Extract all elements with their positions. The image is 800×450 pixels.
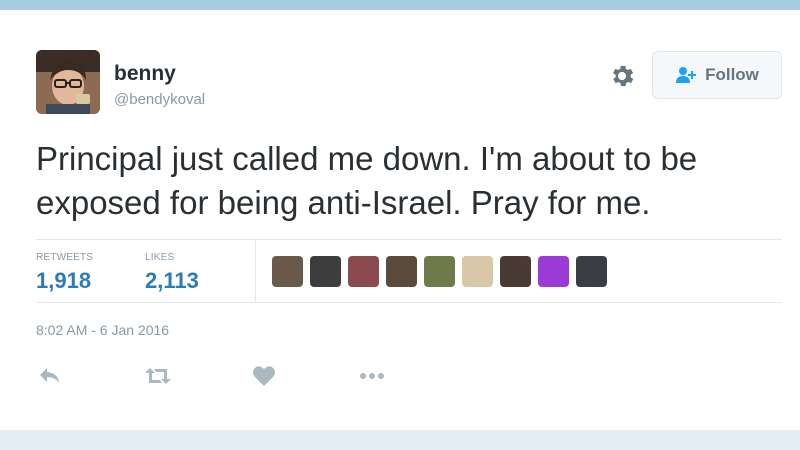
- add-user-icon: [676, 67, 697, 83]
- tweet-timestamp[interactable]: 8:02 AM - 6 Jan 2016: [36, 322, 169, 338]
- likes-label: LIKES: [145, 252, 175, 263]
- liker-avatar[interactable]: [576, 256, 607, 287]
- retweet-button[interactable]: [144, 362, 172, 390]
- retweets-count[interactable]: 1,918: [36, 268, 91, 294]
- reply-icon: [40, 368, 59, 383]
- likes-count[interactable]: 2,113: [145, 268, 199, 294]
- like-icon: [253, 366, 275, 386]
- author-handle[interactable]: @bendykoval: [114, 91, 205, 108]
- liker-avatar[interactable]: [538, 256, 569, 287]
- top-border: [0, 0, 800, 10]
- gear-icon[interactable]: [608, 62, 636, 90]
- liker-avatar[interactable]: [386, 256, 417, 287]
- author-name[interactable]: benny: [114, 62, 176, 86]
- follow-button[interactable]: Follow: [652, 51, 782, 99]
- follow-label: Follow: [705, 65, 759, 84]
- liker-avatar[interactable]: [462, 256, 493, 287]
- tweet-text: Principal just called me down. I'm about…: [36, 140, 698, 221]
- liker-avatar[interactable]: [424, 256, 455, 287]
- retweets-label: RETWEETS: [36, 252, 94, 263]
- divider: [36, 302, 782, 303]
- author-avatar[interactable]: [36, 50, 100, 114]
- liker-avatar[interactable]: [500, 256, 531, 287]
- bottom-border: [0, 430, 800, 450]
- divider: [36, 239, 782, 240]
- liker-avatar[interactable]: [310, 256, 341, 287]
- more-icon: [360, 373, 384, 379]
- avatar-image: [36, 50, 100, 114]
- stats-divider: [255, 240, 256, 302]
- like-button[interactable]: [250, 362, 278, 390]
- retweet-icon: [145, 368, 171, 384]
- reply-button[interactable]: [36, 362, 64, 390]
- liker-avatar[interactable]: [348, 256, 379, 287]
- more-button[interactable]: [358, 362, 386, 390]
- liker-avatar[interactable]: [272, 256, 303, 287]
